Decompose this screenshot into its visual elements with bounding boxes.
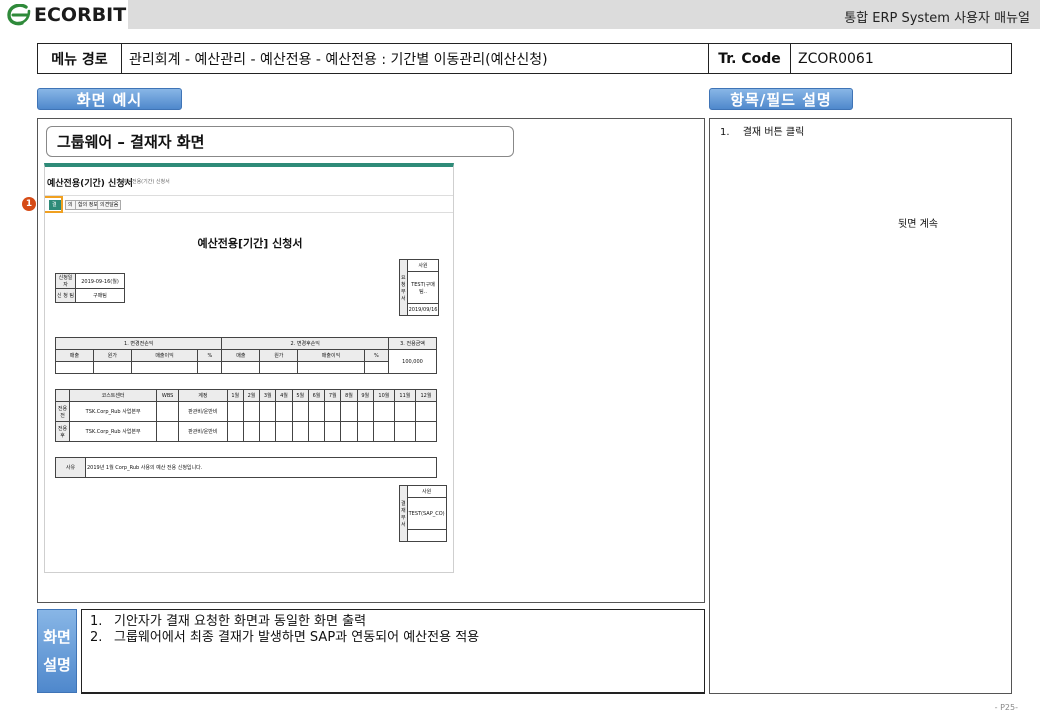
field-item-1: 1. 결재 버튼 클릭 [720, 123, 804, 138]
step-badge: 1 [22, 197, 36, 211]
grid-header-cell: 7월 [324, 389, 342, 402]
grid-header-cell: 3월 [259, 389, 277, 402]
tr-code-value: ZCOR0061 [798, 50, 874, 67]
sign-top-head: 사원 [406, 259, 440, 272]
grid-header-cell: WBS [156, 389, 180, 402]
grid-header-cell: 2월 [242, 389, 261, 402]
sign-box-top: 요청부서 사원 TEST(구매팀.. 2019/09/16 [399, 259, 440, 316]
grid-header-cell: 1월 [226, 389, 244, 402]
continued-note: 뒷면 계속 [898, 219, 938, 230]
menu-path-value: 관리회계 - 예산관리 - 예산전용 - 예산전용 : 기간별 이동관리(예산신… [122, 44, 709, 73]
sign-bot-name: TEST(SAP_CO) [406, 497, 447, 530]
groupware-screenshot: 예산전용(기간) 신청서 > 예산전용(기간) 신청서 결재 의 합의 정보 의… [44, 163, 454, 573]
sign-top-side: 요청부서 [399, 259, 408, 316]
page-header: ECORBIT 통합 ERP System 사용자 매뉴얼 [0, 0, 1040, 29]
menu-path-table: 메뉴 경로 관리회계 - 예산관리 - 예산전용 - 예산전용 : 기간별 이동… [37, 43, 1012, 74]
apply-date-value: 2019-09-16(월) [75, 273, 125, 289]
desc-tab-line2: 설명 [43, 656, 71, 674]
comment-button[interactable]: 의견달음 [97, 200, 122, 210]
grid-header-cell: 6월 [307, 389, 326, 402]
tab-screen-example: 화면 예시 [37, 88, 182, 110]
grid-header-cell: 11월 [393, 389, 416, 402]
col-cost-after: 원가 [259, 349, 299, 362]
desc-line-number: 1. [90, 614, 103, 629]
col-pct-after: % [363, 349, 390, 362]
reason-label: 사유 [55, 457, 86, 478]
grid-header-cell: 계정 [178, 389, 228, 402]
sec2-header: 2. 변경후손익 [221, 337, 389, 350]
sign-box-bottom: 결재부서 사원 TEST(SAP_CO) [399, 485, 447, 542]
approve-highlight [45, 196, 63, 213]
col-sales: 매출 [55, 349, 94, 362]
menu-path-label: 메뉴 경로 [38, 44, 122, 73]
col-profit: 매출이익 [130, 349, 199, 362]
reason-table: 사유 2019년 1월 Corp_Rub 사용의 예산 전용 신청입니다. [55, 457, 437, 478]
manual-title: 통합 ERP System 사용자 매뉴얼 [844, 11, 1030, 26]
sign-top-date: 2019/09/16 [406, 303, 440, 316]
col-pct: % [197, 349, 223, 362]
row-before-account: 판관비/운반비 [178, 401, 228, 422]
applicant-value: 구매팀 [75, 288, 125, 303]
profit-table: 1. 변경전손익 2. 변경후손익 3. 전용금액 매출 원가 매출이익 % 매… [54, 337, 437, 374]
grid-header-cell: 12월 [414, 389, 438, 402]
grid-row-before: 전용 전 TSK.Corp_Rub 사업본부 판관비/운반비 [55, 401, 438, 422]
sign-bot-head: 사원 [406, 485, 447, 498]
sec1-header: 1. 변경전손익 [54, 337, 223, 350]
field-description-box: 1. 결재 버튼 클릭 뒷면 계속 [709, 118, 1012, 694]
screen-description-tab: 화면 설명 [37, 609, 77, 693]
tr-code-label: Tr. Code [709, 44, 791, 73]
applicant-label: 신 청 팀 [55, 288, 76, 303]
grid-header-row: 코스트센터 WBS 계정 1월 2월 3월 4월 5월 6월 7월 8월 9월 10월 11월 12월 [55, 389, 438, 402]
field-item-1-number: 1. [720, 127, 730, 138]
field-item-1-text: 결재 버튼 클릭 [742, 127, 805, 138]
col-cost: 원가 [92, 349, 132, 362]
desc-line: 1. 기안자가 결재 요청한 화면과 동일한 화면 출력 [90, 614, 704, 630]
desc-line-text: 기안자가 결재 요청한 화면과 동일한 화면 출력 [114, 614, 367, 629]
grid-header-cell: 9월 [356, 389, 374, 402]
section-subtitle: 그룹웨어 – 결재자 화면 [46, 126, 514, 157]
screen-description-box: 1. 기안자가 결재 요청한 화면과 동일한 화면 출력 2. 그룹웨어에서 최… [81, 609, 705, 694]
reason-value: 2019년 1월 Corp_Rub 사용의 예산 전용 신청입니다. [85, 457, 437, 478]
tab-field-description: 항목/필드 설명 [709, 88, 853, 110]
sign-top-name: TEST(구매팀.. [406, 271, 440, 304]
grid-header-cell: 4월 [275, 389, 293, 402]
row-before-cc: TSK.Corp_Rub 사업본부 [68, 401, 158, 422]
desc-line-number: 2. [90, 630, 103, 645]
col-sales-after: 매출 [221, 349, 261, 362]
brand-name: ECORBIT [34, 3, 127, 26]
logo: ECORBIT [0, 0, 128, 29]
desc-tab-line1: 화면 [43, 628, 71, 646]
row-after-label: 전용 후 [55, 421, 70, 442]
screen-example-box: 그룹웨어 – 결재자 화면 1 예산전용(기간) 신청서 > 예산전용(기간) … [22, 118, 705, 603]
row-after-account: 판관비/운반비 [178, 421, 228, 442]
shot-breadcrumb: > 예산전용(기간) 신청서 [117, 179, 170, 185]
apply-date-label: 신청일자 [55, 273, 76, 289]
monthly-grid: 코스트센터 WBS 계정 1월 2월 3월 4월 5월 6월 7월 8월 9월 10월 11월 12월 전용… [55, 389, 438, 442]
grid-header-cell: 8월 [340, 389, 358, 402]
applicant-info-table: 신청일자 2019-09-16(월) 신 청 팀 구매팀 [55, 273, 125, 303]
transfer-amount: 100,000 [388, 349, 437, 374]
row-before-label: 전용 전 [55, 401, 70, 422]
grid-row-after: 전용 후 TSK.Corp_Rub 사업본부 판관비/운반비 [55, 421, 438, 442]
grid-header-cell: 코스트센터 [68, 389, 158, 402]
desc-line-text: 그룹웨어에서 최종 결재가 발생하면 SAP과 연동되어 예산전용 적용 [114, 630, 480, 645]
form-title: 예산전용[기간] 신청서 [197, 237, 303, 250]
page-number: - P25- [994, 703, 1018, 712]
sign-bot-side: 결재부서 [399, 485, 408, 542]
shot-toolbar: 결재 의 합의 정보 의견달음 [45, 195, 453, 217]
grid-header-cell: 10월 [372, 389, 395, 402]
sec3-header: 3. 전용금액 [388, 337, 437, 350]
col-profit-after: 매출이익 [297, 349, 365, 362]
row-after-cc: TSK.Corp_Rub 사업본부 [68, 421, 158, 442]
desc-line: 2. 그룹웨어에서 최종 결재가 발생하면 SAP과 연동되어 예산전용 적용 [90, 630, 704, 646]
grid-header-cell: 5월 [291, 389, 309, 402]
ecorbit-logo-icon [7, 3, 31, 25]
header-bar: 통합 ERP System 사용자 매뉴얼 [128, 0, 1040, 29]
